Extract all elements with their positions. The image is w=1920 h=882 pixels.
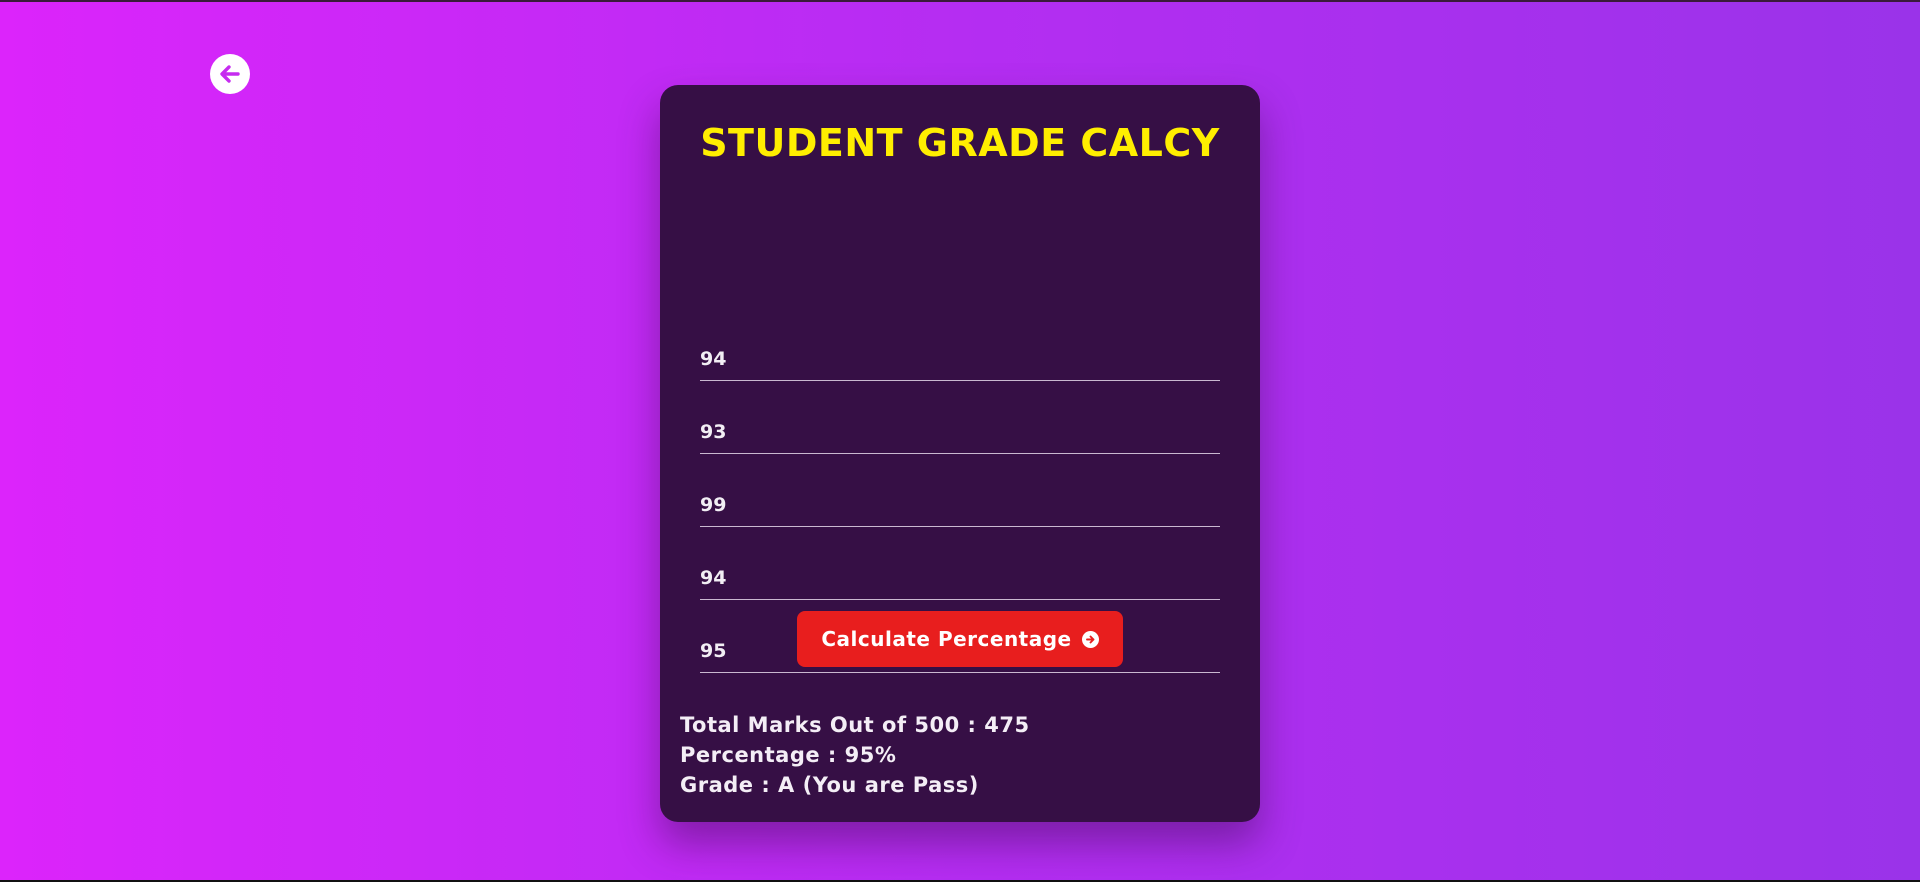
grade-calculator-card: STUDENT GRADE CALCY Calculate Percentage…	[660, 85, 1260, 822]
subject-3-marks-input[interactable]	[700, 494, 1220, 516]
arrow-right-circle-icon	[1081, 630, 1099, 648]
grade-text: Grade : A (You are Pass)	[680, 773, 979, 797]
back-button[interactable]	[210, 54, 250, 94]
subject-2-marks-input[interactable]	[700, 421, 1220, 443]
arrow-left-icon	[217, 61, 243, 87]
percentage-text: Percentage : 95%	[680, 743, 897, 767]
results-panel: Total Marks Out of 500 : 475 Percentage …	[680, 710, 1030, 800]
subject-3-field	[700, 473, 1220, 527]
subject-4-marks-input[interactable]	[700, 567, 1220, 589]
subject-2-field	[700, 400, 1220, 454]
calculate-button-label: Calculate Percentage	[821, 627, 1072, 651]
subject-1-marks-input[interactable]	[700, 348, 1220, 370]
total-marks-text: Total Marks Out of 500 : 475	[680, 713, 1030, 737]
calculate-percentage-button[interactable]: Calculate Percentage	[797, 611, 1123, 667]
subject-4-field	[700, 546, 1220, 600]
page-title: STUDENT GRADE CALCY	[700, 121, 1220, 165]
subject-1-field	[700, 327, 1220, 381]
